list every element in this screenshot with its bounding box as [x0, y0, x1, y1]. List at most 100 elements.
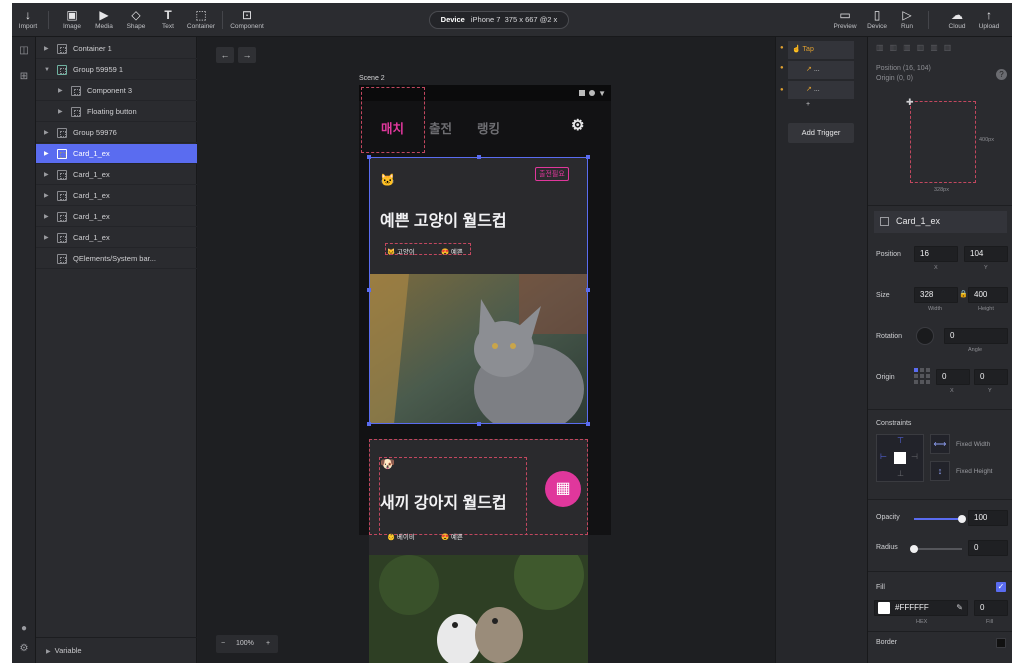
container-button[interactable]: ⬚ Container — [186, 7, 216, 30]
component-button[interactable]: ⊡ Component — [228, 7, 266, 30]
eyedropper-icon[interactable]: ✎ — [956, 601, 963, 615]
text-button[interactable]: T Text — [158, 7, 178, 30]
resize-handle[interactable] — [477, 155, 481, 159]
phone-frame[interactable]: ▼ 매치 출전 랭킹 ⚙ 🐱 출전필요 예쁜 고양이 월드컵 🐱 고양이 😍 예… — [359, 85, 611, 541]
layer-item[interactable]: ▶ Floating button — [36, 102, 197, 122]
layer-item[interactable]: ▶ Container 1 — [36, 39, 197, 59]
left-constraint-icon[interactable]: ⊢ — [880, 452, 887, 461]
component-layer-icon — [71, 86, 81, 96]
fill-sub-label: Fill — [986, 619, 994, 625]
assets-icon[interactable]: ⊞ — [18, 71, 30, 83]
origin-y-input[interactable]: 0 — [974, 369, 1008, 385]
layer-item[interactable]: ▶ Component 3 — [36, 81, 197, 101]
add-action-icon[interactable]: + — [806, 101, 810, 108]
opacity-input[interactable]: 100 — [968, 510, 1008, 526]
redo-arrow-button[interactable]: → — [238, 47, 256, 63]
device-button[interactable]: ▯ Device — [864, 7, 890, 30]
origin-grid-icon[interactable] — [914, 368, 932, 384]
help-icon[interactable]: ? — [996, 69, 1007, 80]
zoom-out-button[interactable]: − — [221, 635, 225, 653]
layer-item[interactable]: ▶ Group 59976 — [36, 123, 197, 143]
position-y-input[interactable]: 104 — [964, 246, 1008, 262]
expand-arrow-icon[interactable]: ▶ — [44, 39, 49, 59]
fill-hex-input[interactable]: #FFFFFF ✎ — [874, 600, 968, 616]
panels-icon[interactable]: ◫ — [18, 45, 30, 57]
image-button[interactable]: ▣ Image — [60, 7, 84, 30]
zoom-level[interactable]: 100% — [236, 635, 254, 653]
opacity-slider-knob[interactable] — [958, 515, 966, 523]
resize-handle[interactable] — [586, 422, 590, 426]
device-selector[interactable]: Device iPhone 7 375 x 667 @2 x — [429, 11, 569, 29]
expand-arrow-icon[interactable]: ▶ — [44, 228, 49, 248]
radius-slider[interactable] — [910, 545, 962, 553]
top-constraint-icon[interactable]: ⊤ — [897, 436, 904, 445]
user-icon[interactable]: ● — [18, 623, 30, 635]
radius-input[interactable]: 0 — [968, 540, 1008, 556]
media-button[interactable]: ▶ Media — [92, 7, 116, 30]
width-input[interactable]: 328 — [914, 287, 958, 303]
settings-gear-icon[interactable]: ⚙ — [18, 643, 30, 655]
fixed-height-icon[interactable]: ↕ — [930, 461, 950, 481]
resize-handle[interactable] — [367, 288, 371, 292]
layer-item[interactable]: ▶ Card_1_ex — [36, 165, 197, 185]
resize-handle[interactable] — [367, 155, 371, 159]
fill-checkbox[interactable]: ✓ — [996, 582, 1006, 592]
origin-x-input[interactable]: 0 — [936, 369, 970, 385]
fill-color-swatch[interactable] — [878, 602, 890, 614]
layer-item[interactable]: ▶ Card_1_ex — [36, 207, 197, 227]
shape-button[interactable]: ◇ Shape — [124, 7, 148, 30]
fixed-width-icon[interactable]: ⟷ — [930, 434, 950, 454]
run-button[interactable]: ▷ Run — [896, 7, 918, 30]
border-checkbox[interactable] — [996, 638, 1006, 648]
layer-item[interactable]: ▶ Card_1_ex — [36, 186, 197, 206]
fill-value-input[interactable]: 0 — [974, 600, 1008, 616]
expand-arrow-icon[interactable]: ▶ — [44, 207, 49, 227]
collapse-arrow-icon[interactable]: ▼ — [44, 60, 50, 80]
right-constraint-icon[interactable]: ⊣ — [911, 452, 918, 461]
resize-handle[interactable] — [477, 422, 481, 426]
position-x-input[interactable]: 16 — [914, 246, 958, 262]
component-icon: ⊡ — [241, 8, 253, 22]
expand-arrow-icon[interactable]: ▶ — [44, 144, 49, 164]
layer-name-field[interactable]: Card_1_ex — [874, 211, 1007, 233]
constraints-widget[interactable]: ⊤ ⊢ ⊣ ⊥ — [876, 434, 924, 482]
align-toolbar-icons[interactable]: ▥▥▥▥▥▥ — [876, 43, 1004, 53]
import-button[interactable]: ↓ Import — [16, 7, 40, 30]
layer-item[interactable]: ▶ Card_1_ex — [36, 228, 197, 248]
height-input[interactable]: 400 — [968, 287, 1008, 303]
trigger-tap-row[interactable]: ☝ Tap — [788, 41, 854, 59]
tab-entry[interactable]: 출전 — [429, 118, 452, 137]
variable-section[interactable]: ▶ Variable — [36, 637, 197, 663]
layer-item-selected[interactable]: ▶ Card_1_ex — [36, 144, 197, 164]
add-trigger-button[interactable]: Add Trigger — [788, 123, 854, 143]
constraints-center — [894, 452, 906, 464]
resize-handle[interactable] — [586, 288, 590, 292]
expand-arrow-icon[interactable]: ▶ — [44, 186, 49, 206]
action-row[interactable]: ↗ ... — [788, 61, 854, 79]
undo-arrow-button[interactable]: ← — [216, 47, 234, 63]
cloud-button[interactable]: ☁ Cloud — [944, 7, 970, 30]
preview-height-label: 400px — [979, 137, 994, 143]
bottom-constraint-icon[interactable]: ⊥ — [897, 469, 904, 478]
radius-slider-knob[interactable] — [910, 545, 918, 553]
rotation-dial[interactable] — [916, 327, 934, 345]
preview-button[interactable]: ▭ Preview — [830, 7, 860, 30]
upload-button[interactable]: ↑ Upload — [976, 7, 1002, 30]
expand-arrow-icon[interactable]: ▶ — [44, 165, 49, 185]
settings-gear-icon[interactable]: ⚙ — [571, 116, 584, 134]
expand-arrow-icon[interactable]: ▶ — [58, 102, 63, 122]
resize-handle[interactable] — [367, 422, 371, 426]
layer-item[interactable]: ▼ Group 59959 1 — [36, 60, 197, 80]
opacity-slider[interactable] — [914, 515, 966, 523]
layer-label: Group 59976 — [73, 128, 117, 137]
layer-item[interactable]: QElements/System bar... — [36, 249, 197, 269]
lock-ratio-icon[interactable]: 🔒 — [959, 290, 968, 298]
expand-arrow-icon[interactable]: ▶ — [58, 81, 63, 101]
resize-handle[interactable] — [586, 155, 590, 159]
zoom-in-button[interactable]: + — [266, 635, 270, 653]
action-row[interactable]: ↗ ... — [788, 81, 854, 99]
rotation-angle-input[interactable]: 0 — [944, 328, 1008, 344]
expand-arrow-icon[interactable]: ▶ — [44, 123, 49, 143]
tab-ranking[interactable]: 랭킹 — [477, 118, 500, 137]
design-canvas[interactable]: ← → Scene 2 ▼ 매치 출전 랭킹 ⚙ 🐱 출전필요 예쁜 고양이 월… — [198, 37, 775, 663]
